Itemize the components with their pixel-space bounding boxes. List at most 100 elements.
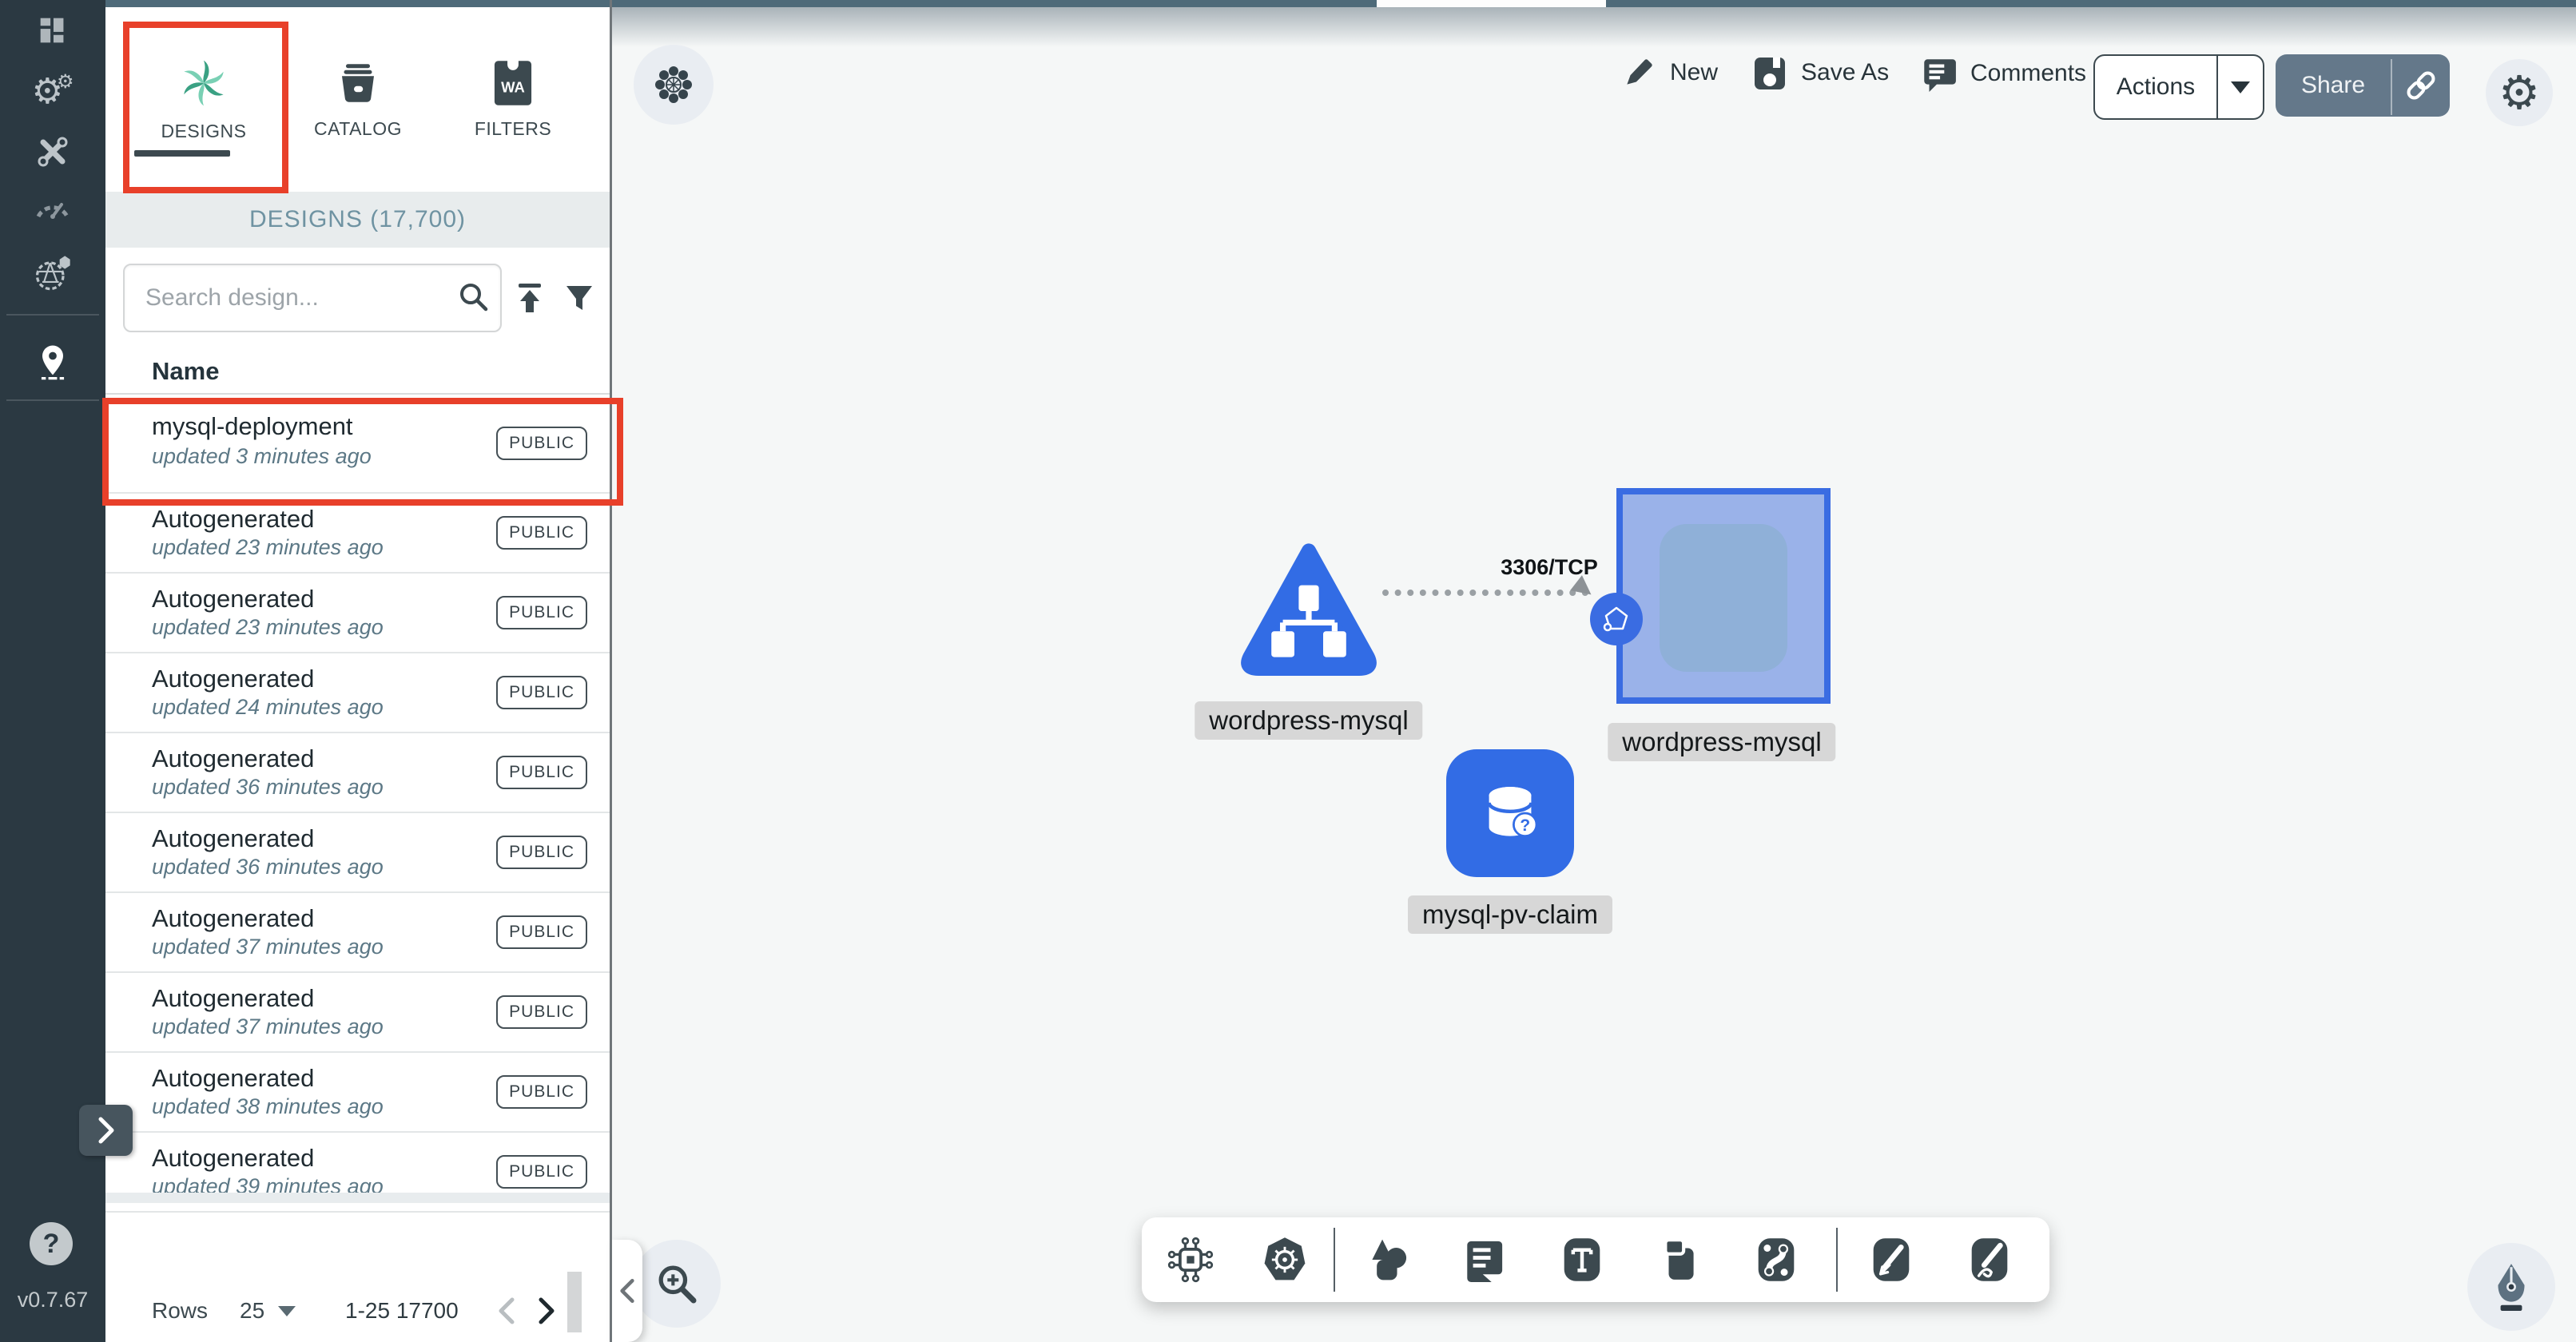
draw-freehand-tool[interactable] <box>1871 1237 1911 1283</box>
help-label: ? <box>43 1229 60 1260</box>
design-list-item[interactable]: Autogenerated updated 36 minutes ago PUB… <box>105 733 610 813</box>
kubernetes-pod-icon <box>1600 603 1632 635</box>
canvas-menu-button[interactable] <box>634 45 714 125</box>
visibility-badge: PUBLIC <box>496 427 587 460</box>
kubernetes-helm-icon <box>1261 1236 1309 1284</box>
catalog-archive-icon <box>334 59 382 107</box>
design-list-item[interactable]: Autogenerated updated 23 minutes ago PUB… <box>105 494 610 574</box>
actions-label: Actions <box>2095 73 2216 101</box>
save-icon <box>1751 54 1788 91</box>
whiteboard-pen-button[interactable] <box>2467 1243 2555 1331</box>
chevron-left-icon <box>619 1277 635 1304</box>
design-list-item[interactable]: Autogenerated updated 36 minutes ago PUB… <box>105 813 610 893</box>
tab-catalog[interactable]: CATALOG <box>290 31 426 167</box>
design-name: mysql-deployment <box>152 412 353 441</box>
design-canvas[interactable]: New Save As Comments Actions Share <box>612 7 2576 1342</box>
relationship-tool[interactable] <box>1756 1237 1796 1283</box>
design-name: Autogenerated <box>152 1064 314 1093</box>
scrollbar-thumb[interactable] <box>567 1272 582 1332</box>
design-list-item[interactable]: Autogenerated updated 37 minutes ago PUB… <box>105 973 610 1053</box>
pvc-node-label: mysql-pv-claim <box>1408 895 1612 934</box>
search-icon <box>455 279 491 318</box>
rows-per-page-caret[interactable] <box>278 1306 296 1316</box>
new-design-button[interactable]: New <box>1620 54 1718 91</box>
comments-button[interactable]: Comments <box>1919 54 2086 93</box>
design-updated-timestamp: updated 23 minutes ago <box>152 615 384 640</box>
design-list-item[interactable]: mysql-deployment updated 3 minutes ago P… <box>105 395 610 494</box>
sidebar-item-lifecycle[interactable]: ⚙ ⚙ <box>0 68 105 116</box>
toolbar-divider <box>1334 1228 1335 1292</box>
design-list-item[interactable]: Autogenerated updated 37 minutes ago PUB… <box>105 893 610 973</box>
list-bottom-band <box>105 1193 610 1203</box>
next-page-button[interactable] <box>531 1295 563 1327</box>
rows-label: Rows <box>152 1298 208 1324</box>
tab-catalog-label: CATALOG <box>314 118 402 140</box>
design-updated-timestamp: updated 24 minutes ago <box>152 695 384 720</box>
tab-filters-label: FILTERS <box>475 118 551 140</box>
zoom-button[interactable] <box>633 1240 721 1328</box>
copy-link-button[interactable] <box>2392 69 2450 101</box>
sidebar-divider <box>6 314 99 316</box>
design-name: Autogenerated <box>152 744 314 773</box>
annotation-tool[interactable] <box>1461 1237 1506 1282</box>
previous-page-button[interactable] <box>491 1295 523 1327</box>
canvas-top-shadow <box>612 7 2576 47</box>
link-icon <box>2405 69 2437 101</box>
sidebar-item-dashboard[interactable] <box>0 8 105 53</box>
tab-filters[interactable]: WA FILTERS <box>445 31 581 167</box>
node-service-wordpress-mysql[interactable] <box>1237 537 1381 685</box>
pod-badge[interactable] <box>1590 593 1643 645</box>
node-pvc-mysql-pv-claim[interactable]: ? <box>1446 749 1574 877</box>
sidebar-item-kanvas[interactable] <box>0 336 105 387</box>
shapes-tool[interactable] <box>1366 1236 1410 1284</box>
tab-designs[interactable]: DESIGNS <box>136 31 272 167</box>
sidebar-divider <box>6 399 99 401</box>
visibility-badge: PUBLIC <box>496 596 587 629</box>
canvas-tools-toolbar <box>1142 1217 2049 1302</box>
components-tool[interactable] <box>1167 1236 1214 1284</box>
designs-list: mysql-deployment updated 3 minutes ago P… <box>105 395 610 1213</box>
search-input[interactable] <box>144 284 455 312</box>
panel-collapse-button[interactable] <box>612 1240 642 1342</box>
sketch-tool[interactable] <box>1970 1237 2010 1283</box>
sidebar-item-extensions[interactable] <box>0 250 105 295</box>
design-list-item[interactable]: Autogenerated updated 38 minutes ago PUB… <box>105 1053 610 1133</box>
design-list-item[interactable]: Autogenerated updated 24 minutes ago PUB… <box>105 653 610 733</box>
design-updated-timestamp: updated 37 minutes ago <box>152 935 384 959</box>
design-name: Autogenerated <box>152 665 314 693</box>
visibility-badge: PUBLIC <box>496 995 587 1029</box>
text-tool[interactable] <box>1562 1237 1602 1283</box>
filter-list-button[interactable] <box>563 282 596 316</box>
design-name: Autogenerated <box>152 904 314 933</box>
actions-button[interactable]: Actions <box>2093 54 2264 120</box>
design-name: Autogenerated <box>152 505 314 534</box>
share-button[interactable]: Share <box>2276 54 2450 117</box>
note-tool[interactable] <box>1660 1237 1701 1283</box>
text-icon <box>1562 1237 1602 1283</box>
kubernetes-tool[interactable] <box>1261 1236 1309 1284</box>
design-updated-timestamp: updated 36 minutes ago <box>152 855 384 879</box>
upload-design-button[interactable] <box>512 280 547 316</box>
sidebar-item-performance[interactable] <box>0 185 105 229</box>
meshery-kanvas-app: ⚙ ⚙ <box>0 0 2576 1342</box>
rows-per-page-value[interactable]: 25 <box>240 1298 264 1324</box>
sidebar-expand-button[interactable] <box>79 1105 133 1156</box>
mesh-dots-icon <box>651 62 696 107</box>
design-updated-timestamp: updated 38 minutes ago <box>152 1094 384 1119</box>
service-node-label: wordpress-mysql <box>1195 701 1422 740</box>
actions-dropdown-button[interactable] <box>2218 81 2263 93</box>
design-list-item[interactable]: Autogenerated updated 23 minutes ago PUB… <box>105 574 610 653</box>
sidebar-item-configuration[interactable] <box>0 129 105 174</box>
pagination-range: 1-25 17700 <box>345 1298 459 1324</box>
persistent-volume-icon: ? <box>1466 769 1554 857</box>
circuit-chip-icon <box>1167 1236 1214 1284</box>
node-deployment-wordpress-mysql[interactable] <box>1616 488 1831 704</box>
settings-button[interactable]: ⚙ <box>2486 59 2553 126</box>
gear-icon: ⚙ <box>2498 69 2540 116</box>
design-name: Autogenerated <box>152 824 314 853</box>
help-button[interactable]: ? <box>30 1222 73 1265</box>
save-as-button[interactable]: Save As <box>1751 54 1889 91</box>
crossed-tools-icon <box>34 133 72 171</box>
visibility-badge: PUBLIC <box>496 516 587 550</box>
gear-small-icon: ⚙ <box>57 72 74 91</box>
